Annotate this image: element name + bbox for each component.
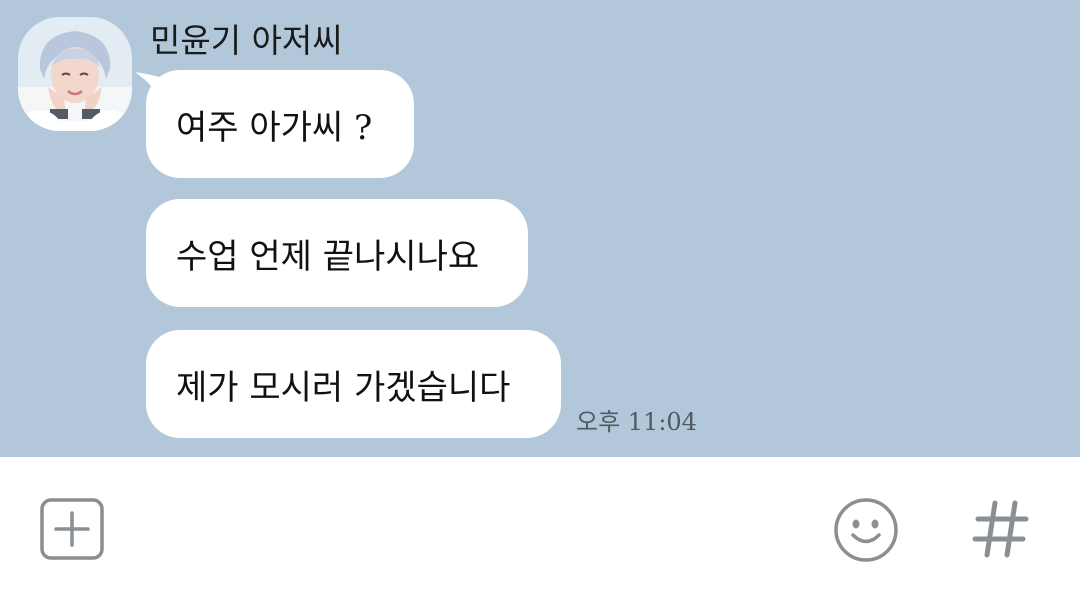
chat-screen: 민윤기 아저씨 여주 아가씨 ? 수업 언제 끝나시나요 제가 모시러 가겠습니… xyxy=(0,0,1080,601)
avatar[interactable] xyxy=(18,17,132,131)
message-text: 제가 모시러 가겠습니다 xyxy=(176,367,511,408)
message-bubble[interactable]: 수업 언제 끝나시나요 xyxy=(146,199,528,307)
message-bubble[interactable]: 제가 모시러 가겠습니다 xyxy=(146,330,561,438)
sender-name: 민윤기 아저씨 xyxy=(150,21,343,60)
message-text: 여주 아가씨 ? xyxy=(176,107,373,148)
smiley-icon xyxy=(834,498,898,562)
profile-photo xyxy=(18,17,132,131)
input-bar[interactable] xyxy=(0,457,1080,601)
message-bubble[interactable]: 여주 아가씨 ? xyxy=(146,70,414,178)
message-list[interactable]: 민윤기 아저씨 여주 아가씨 ? 수업 언제 끝나시나요 제가 모시러 가겠습니… xyxy=(0,0,1080,457)
plus-square-icon xyxy=(40,498,104,560)
message-timestamp: 오후 11:04 xyxy=(576,408,697,436)
hashtag-search-button[interactable] xyxy=(970,497,1032,561)
attach-button[interactable] xyxy=(40,498,104,560)
hash-icon xyxy=(972,500,1029,558)
emoticon-button[interactable] xyxy=(833,497,899,563)
message-text: 수업 언제 끝나시나요 xyxy=(176,236,480,277)
